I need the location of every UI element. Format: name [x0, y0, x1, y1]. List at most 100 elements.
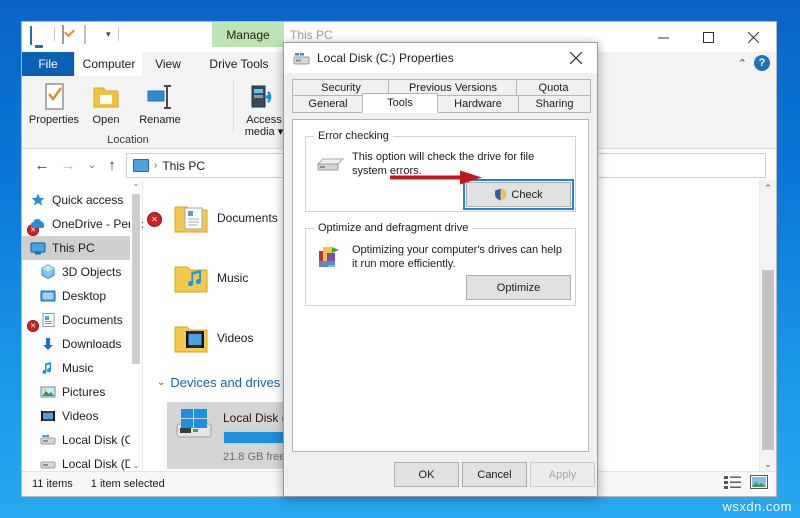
- ribbon-tab-computer[interactable]: Computer: [74, 52, 144, 76]
- sidebar-item-videos[interactable]: Videos: [22, 404, 142, 428]
- window-controls: [641, 22, 776, 52]
- ribbon-button-rename[interactable]: Rename: [132, 80, 188, 126]
- maximize-button[interactable]: [686, 22, 731, 52]
- sidebar-item-onedrive[interactable]: ✕ OneDrive - Personal: [22, 212, 161, 236]
- help-icon[interactable]: ?: [754, 55, 770, 71]
- chevron-up-icon[interactable]: ⌃: [738, 57, 747, 70]
- optimize-button[interactable]: Optimize: [466, 275, 571, 300]
- sidebar-item-quick-access[interactable]: Quick access: [22, 188, 142, 212]
- sidebar-item-label: Local Disk (D:): [62, 457, 141, 471]
- sidebar-item-documents[interactable]: ✕ Documents: [22, 308, 142, 332]
- minimize-button[interactable]: [641, 22, 686, 52]
- list-item[interactable]: Videos: [173, 322, 253, 356]
- ribbon-label: Open: [92, 114, 120, 126]
- site-watermark: wsxdn.com: [722, 499, 792, 514]
- up-button[interactable]: ↑: [102, 155, 122, 175]
- scrollbar-thumb[interactable]: [762, 270, 774, 450]
- ok-button[interactable]: OK: [394, 462, 459, 487]
- sidebar-item-local-disk-c[interactable]: Local Disk (C:): [22, 428, 142, 452]
- this-pc-icon: [133, 159, 149, 172]
- ribbon-tab-file[interactable]: File: [22, 52, 74, 76]
- dialog-title-bar: Local Disk (C:) Properties: [284, 43, 597, 73]
- pictures-icon: [40, 384, 56, 400]
- ribbon-button-open[interactable]: Open: [78, 80, 134, 126]
- annotation-arrow: [390, 170, 482, 185]
- details-view-button[interactable]: [724, 475, 742, 491]
- sidebar-item-desktop[interactable]: Desktop: [22, 284, 142, 308]
- ribbon-tab-drive-tools[interactable]: Drive Tools: [194, 52, 284, 76]
- ribbon-tab-view[interactable]: View: [142, 52, 194, 76]
- desktop-icon: [40, 288, 56, 304]
- defragment-icon: [316, 243, 346, 271]
- new-folder-icon[interactable]: [84, 25, 101, 44]
- local-disk-icon: [40, 432, 56, 448]
- dialog-tab-general[interactable]: General: [292, 95, 364, 113]
- error-badge-icon: ✕: [27, 320, 39, 332]
- dialog-tab-sharing[interactable]: Sharing: [518, 95, 591, 113]
- scroll-up-arrow-icon[interactable]: ⌃: [760, 180, 776, 196]
- scroll-down-arrow-icon[interactable]: ⌄: [760, 456, 776, 472]
- sidebar-item-pictures[interactable]: Pictures: [22, 380, 142, 404]
- breadcrumb-current: This PC: [162, 158, 206, 173]
- contextual-tab-manage[interactable]: Manage: [212, 22, 284, 47]
- status-selection: 1 item selected: [90, 478, 165, 490]
- recent-locations-button[interactable]: ⌄: [82, 155, 102, 175]
- dialog-tab-tools[interactable]: Tools: [362, 93, 438, 113]
- list-item-label: Documents: [217, 211, 278, 225]
- drive-properties-dialog: Local Disk (C:) Properties Security Prev…: [283, 42, 598, 497]
- scroll-down-arrow-icon[interactable]: ⌄: [130, 458, 142, 472]
- drive-icon: [293, 51, 310, 66]
- sidebar-item-downloads[interactable]: Downloads: [22, 332, 142, 356]
- qat-divider-2: [117, 27, 119, 41]
- chevron-down-icon[interactable]: ⌄: [157, 377, 165, 388]
- view-mode-buttons: [724, 475, 768, 491]
- sidebar-item-label: Downloads: [62, 337, 122, 351]
- scroll-up-arrow-icon[interactable]: ⌃: [130, 180, 142, 194]
- local-disk-icon: [40, 456, 56, 472]
- ribbon-group-caption: Location: [107, 134, 149, 146]
- apply-button[interactable]: Apply: [530, 462, 595, 487]
- error-badge-icon: ✕: [147, 212, 162, 227]
- sidebar-item-label: 3D Objects: [62, 265, 122, 279]
- navigation-pane-scrollbar[interactable]: ⌃ ⌄: [130, 180, 142, 472]
- sidebar-item-music[interactable]: Music: [22, 356, 142, 380]
- back-button[interactable]: ←: [32, 155, 52, 175]
- optimize-button-label: Optimize: [496, 281, 541, 294]
- open-folder-icon: [78, 80, 134, 114]
- list-item[interactable]: ✕ Documents: [147, 202, 278, 236]
- close-button[interactable]: [731, 22, 776, 52]
- dialog-close-button[interactable]: [555, 43, 597, 73]
- sidebar-item-this-pc[interactable]: This PC: [22, 236, 142, 260]
- forward-button[interactable]: →: [58, 155, 78, 175]
- this-pc-icon[interactable]: [30, 26, 47, 45]
- list-item-label: Music: [217, 271, 249, 285]
- drive-icon: [316, 153, 346, 173]
- sidebar-item-label: Quick access: [52, 193, 124, 207]
- sidebar-item-label: Documents: [62, 313, 123, 327]
- 3d-objects-icon: [40, 264, 56, 280]
- optimize-section: Optimize and defragment drive Optimizing…: [305, 222, 576, 306]
- sidebar-item-label: Desktop: [62, 289, 107, 303]
- cancel-button[interactable]: Cancel: [462, 462, 527, 487]
- ribbon-button-properties[interactable]: Properties: [26, 80, 82, 126]
- videos-folder-icon: [173, 322, 209, 356]
- optimize-description: Optimizing your computer's drives can he…: [352, 244, 562, 270]
- group-header-devices-and-drives[interactable]: ⌄ Devices and drives: [157, 375, 280, 390]
- rename-icon: [132, 80, 188, 114]
- dialog-tab-hardware[interactable]: Hardware: [436, 95, 520, 113]
- sidebar-item-label: Local Disk (C:): [62, 433, 141, 447]
- uac-shield-icon: [494, 188, 507, 201]
- sidebar-item-3d-objects[interactable]: 3D Objects: [22, 260, 142, 284]
- list-item[interactable]: Music: [173, 262, 248, 296]
- sidebar-item-label: Music: [62, 361, 94, 375]
- group-header-label: Devices and drives: [170, 375, 281, 390]
- sidebar-item-label: Pictures: [62, 385, 106, 399]
- scrollbar-thumb[interactable]: [132, 194, 140, 364]
- large-icons-view-button[interactable]: [750, 475, 768, 491]
- properties-icon[interactable]: [62, 25, 79, 44]
- check-button[interactable]: Check: [463, 179, 574, 210]
- quick-access-toolbar: ▾: [30, 25, 121, 45]
- content-scrollbar[interactable]: ⌃ ⌄: [759, 180, 776, 472]
- sidebar-item-label: This PC: [52, 241, 95, 255]
- chevron-down-icon[interactable]: ▾: [106, 29, 111, 39]
